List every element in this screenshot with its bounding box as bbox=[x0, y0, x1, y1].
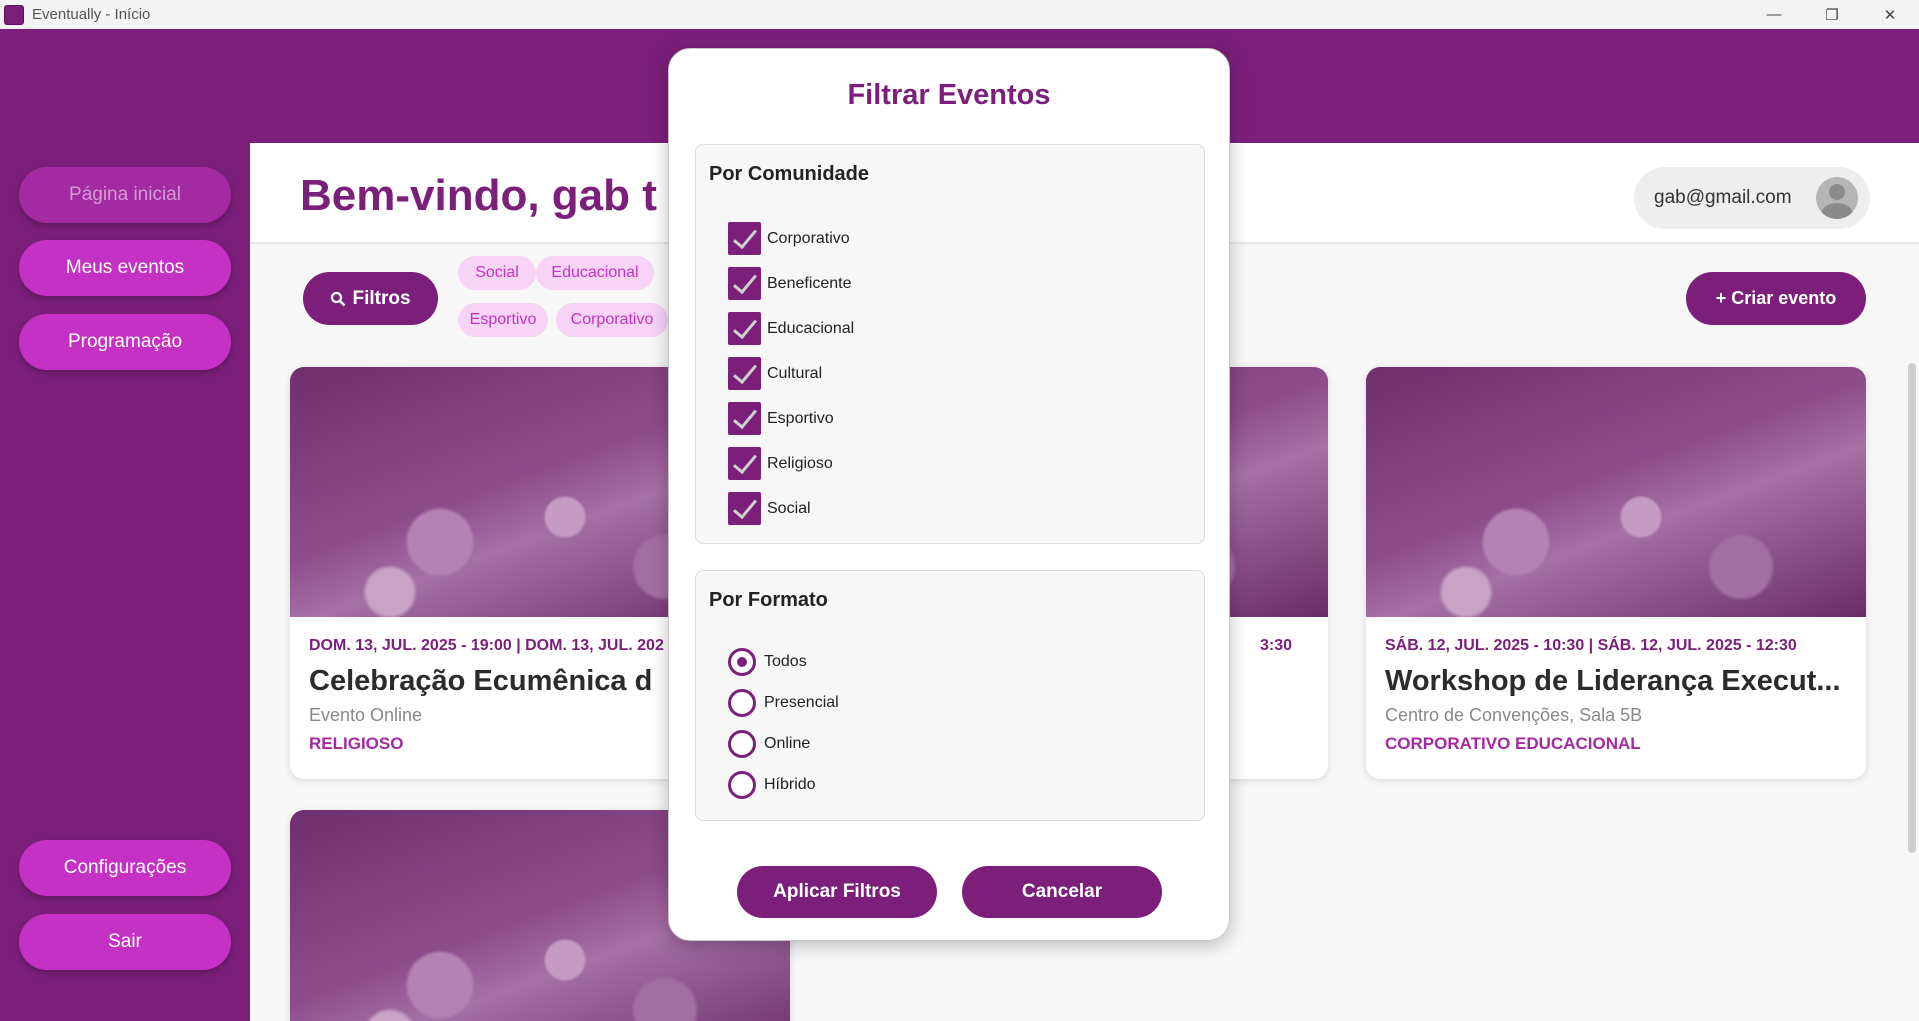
radio-icon[interactable] bbox=[728, 771, 756, 799]
filter-modal: Filtrar Eventos Por Comunidade Corporati… bbox=[668, 48, 1230, 941]
event-date: SÁB. 12, JUL. 2025 - 10:30 | SÁB. 12, JU… bbox=[1385, 637, 1797, 654]
radio-selected-icon[interactable] bbox=[728, 648, 756, 676]
checkbox-beneficente[interactable]: Beneficente bbox=[728, 267, 852, 300]
window-titlebar: Eventually - Início — ❐ ✕ bbox=[0, 0, 1919, 29]
event-date: 3:30 bbox=[1260, 637, 1293, 654]
checkbox-checked-icon[interactable] bbox=[728, 492, 761, 525]
radio-label: Híbrido bbox=[764, 776, 816, 793]
page-title: Bem-vindo, gab t bbox=[300, 171, 657, 220]
checkbox-corporativo[interactable]: Corporativo bbox=[728, 222, 850, 255]
user-menu[interactable]: gab@gmail.com bbox=[1634, 167, 1870, 229]
app-icon bbox=[4, 4, 24, 25]
checkbox-checked-icon[interactable] bbox=[728, 402, 761, 435]
radio-label: Online bbox=[764, 735, 811, 752]
checkbox-cultural[interactable]: Cultural bbox=[728, 357, 822, 390]
search-icon bbox=[331, 291, 346, 306]
checkbox-label: Educacional bbox=[767, 319, 855, 337]
window-controls: — ❐ ✕ bbox=[1745, 0, 1919, 29]
sidebar-item-logout[interactable]: Sair bbox=[19, 914, 231, 970]
sidebar-item-settings[interactable]: Configurações bbox=[19, 840, 231, 896]
user-email: gab@gmail.com bbox=[1654, 187, 1792, 208]
checkbox-checked-icon[interactable] bbox=[728, 312, 761, 345]
format-filter-panel: Por Formato Todos Presencial Online Híbr… bbox=[695, 570, 1205, 821]
filters-label: Filtros bbox=[352, 287, 411, 309]
checkbox-checked-icon[interactable] bbox=[728, 222, 761, 255]
checkbox-label: Beneficente bbox=[767, 274, 852, 292]
checkbox-checked-icon[interactable] bbox=[728, 357, 761, 390]
apply-filters-button[interactable]: Aplicar Filtros bbox=[737, 866, 937, 918]
checkbox-checked-icon[interactable] bbox=[728, 267, 761, 300]
panel-title: Por Formato bbox=[709, 589, 828, 611]
filter-chip-social[interactable]: Social bbox=[458, 256, 536, 290]
event-title: Workshop de Liderança Execut... bbox=[1385, 665, 1841, 697]
radio-label: Presencial bbox=[764, 694, 839, 711]
event-location: Centro de Convenções, Sala 5B bbox=[1385, 705, 1643, 725]
checkbox-label: Cultural bbox=[767, 364, 823, 382]
radio-presencial[interactable]: Presencial bbox=[728, 689, 839, 717]
checkbox-label: Religioso bbox=[767, 454, 833, 472]
checkbox-label: Social bbox=[767, 499, 811, 517]
checkbox-label: Esportivo bbox=[767, 409, 834, 427]
sidebar-item-schedule[interactable]: Programação bbox=[19, 314, 231, 370]
radio-online[interactable]: Online bbox=[728, 730, 810, 758]
radio-hibrido[interactable]: Híbrido bbox=[728, 771, 816, 799]
event-date: DOM. 13, JUL. 2025 - 19:00 | DOM. 13, JU… bbox=[309, 637, 664, 654]
filter-chip-corporativo[interactable]: Corporativo bbox=[556, 303, 668, 337]
scrollbar[interactable] bbox=[1908, 363, 1916, 853]
minimize-icon[interactable]: — bbox=[1745, 0, 1803, 29]
modal-title: Filtrar Eventos bbox=[847, 79, 1051, 111]
panel-title: Por Comunidade bbox=[709, 163, 870, 185]
close-icon[interactable]: ✕ bbox=[1861, 0, 1919, 29]
event-tags: RELIGIOSO bbox=[309, 734, 404, 753]
filter-chip-esportivo[interactable]: Esportivo bbox=[458, 303, 548, 337]
filter-chip-educacional[interactable]: Educacional bbox=[536, 256, 654, 290]
community-filter-panel: Por Comunidade Corporativo Beneficente E… bbox=[695, 144, 1205, 544]
radio-icon[interactable] bbox=[728, 730, 756, 758]
sidebar: Página inicial Meus eventos Programação … bbox=[0, 143, 250, 1021]
avatar[interactable] bbox=[1816, 177, 1858, 219]
create-event-button[interactable]: + Criar evento bbox=[1686, 272, 1866, 325]
checkbox-social[interactable]: Social bbox=[728, 492, 811, 525]
event-card[interactable]: SÁB. 12, JUL. 2025 - 10:30 | SÁB. 12, JU… bbox=[1366, 367, 1866, 779]
event-title: Celebração Ecumênica d bbox=[309, 665, 653, 697]
radio-icon[interactable] bbox=[728, 689, 756, 717]
radio-label: Todos bbox=[764, 653, 807, 670]
checkbox-label: Corporativo bbox=[767, 229, 850, 247]
event-location: Evento Online bbox=[309, 705, 423, 725]
radio-todos[interactable]: Todos bbox=[728, 648, 807, 676]
restore-icon[interactable]: ❐ bbox=[1803, 0, 1861, 29]
window-title: Eventually - Início bbox=[32, 6, 151, 23]
checkbox-religioso[interactable]: Religioso bbox=[728, 447, 833, 480]
sidebar-item-home[interactable]: Página inicial bbox=[19, 167, 231, 223]
cancel-button[interactable]: Cancelar bbox=[962, 866, 1162, 918]
event-image bbox=[1366, 367, 1866, 617]
filters-button[interactable]: Filtros bbox=[303, 272, 438, 325]
event-tags: CORPORATIVO EDUCACIONAL bbox=[1385, 734, 1641, 753]
checkbox-checked-icon[interactable] bbox=[728, 447, 761, 480]
sidebar-item-my-events[interactable]: Meus eventos bbox=[19, 240, 231, 296]
checkbox-esportivo[interactable]: Esportivo bbox=[728, 402, 834, 435]
checkbox-educacional[interactable]: Educacional bbox=[728, 312, 854, 345]
